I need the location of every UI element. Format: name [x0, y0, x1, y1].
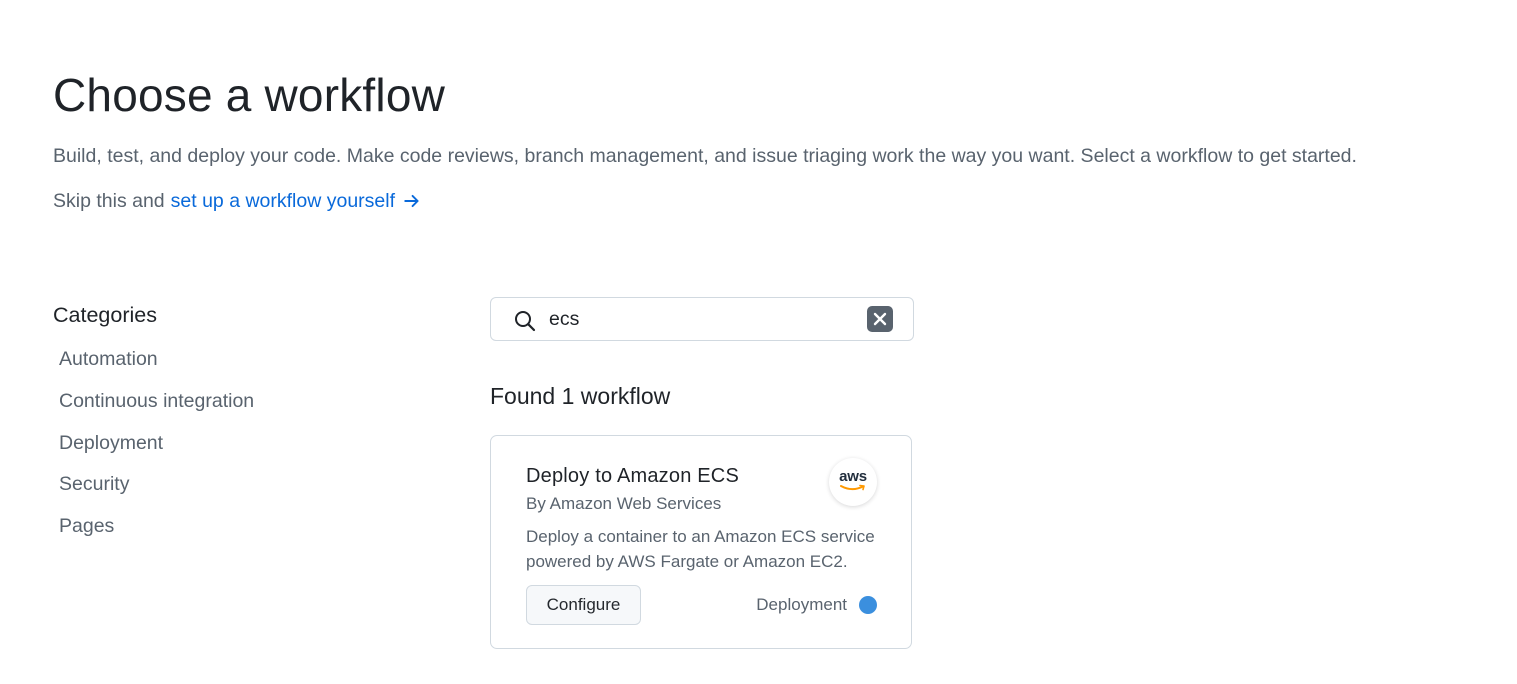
category-list: Automation Continuous integration Deploy… [59, 346, 254, 555]
configure-button[interactable]: Configure [526, 585, 641, 625]
clear-search-button[interactable] [867, 306, 893, 332]
setup-workflow-link-label: set up a workflow yourself [170, 190, 396, 212]
skip-prefix: Skip this and [53, 190, 165, 212]
skip-line: Skip this and set up a workflow yourself [53, 188, 421, 214]
aws-logo-text: aws [839, 468, 867, 485]
category-color-dot [859, 596, 877, 614]
workflow-author: By Amazon Web Services [526, 494, 722, 513]
workflow-description: Deploy a container to an Amazon ECS serv… [526, 527, 875, 571]
category-automation[interactable]: Automation [59, 346, 254, 388]
page-title: Choose a workflow [53, 69, 446, 121]
results-count: Found 1 workflow [490, 383, 671, 409]
categories-heading: Categories [53, 303, 157, 327]
category-deployment[interactable]: Deployment [59, 430, 254, 472]
workflow-card: Deploy to Amazon ECS By Amazon Web Servi… [490, 435, 912, 649]
workflow-category: Deployment [756, 594, 877, 616]
arrow-right-icon [404, 194, 419, 208]
setup-workflow-link[interactable]: set up a workflow yourself [171, 188, 421, 214]
workflow-category-label: Deployment [756, 595, 847, 614]
page-subtitle: Build, test, and deploy your code. Make … [53, 145, 1357, 167]
category-continuous-integration[interactable]: Continuous integration [59, 388, 254, 430]
search-box [490, 297, 914, 341]
search-input[interactable] [549, 304, 849, 334]
category-pages[interactable]: Pages [59, 513, 254, 555]
search-icon [515, 311, 536, 332]
category-security[interactable]: Security [59, 471, 254, 513]
close-icon [873, 312, 887, 326]
aws-smile-icon [840, 484, 865, 491]
aws-logo-icon: aws [829, 458, 877, 506]
workflow-title: Deploy to Amazon ECS [526, 465, 739, 487]
